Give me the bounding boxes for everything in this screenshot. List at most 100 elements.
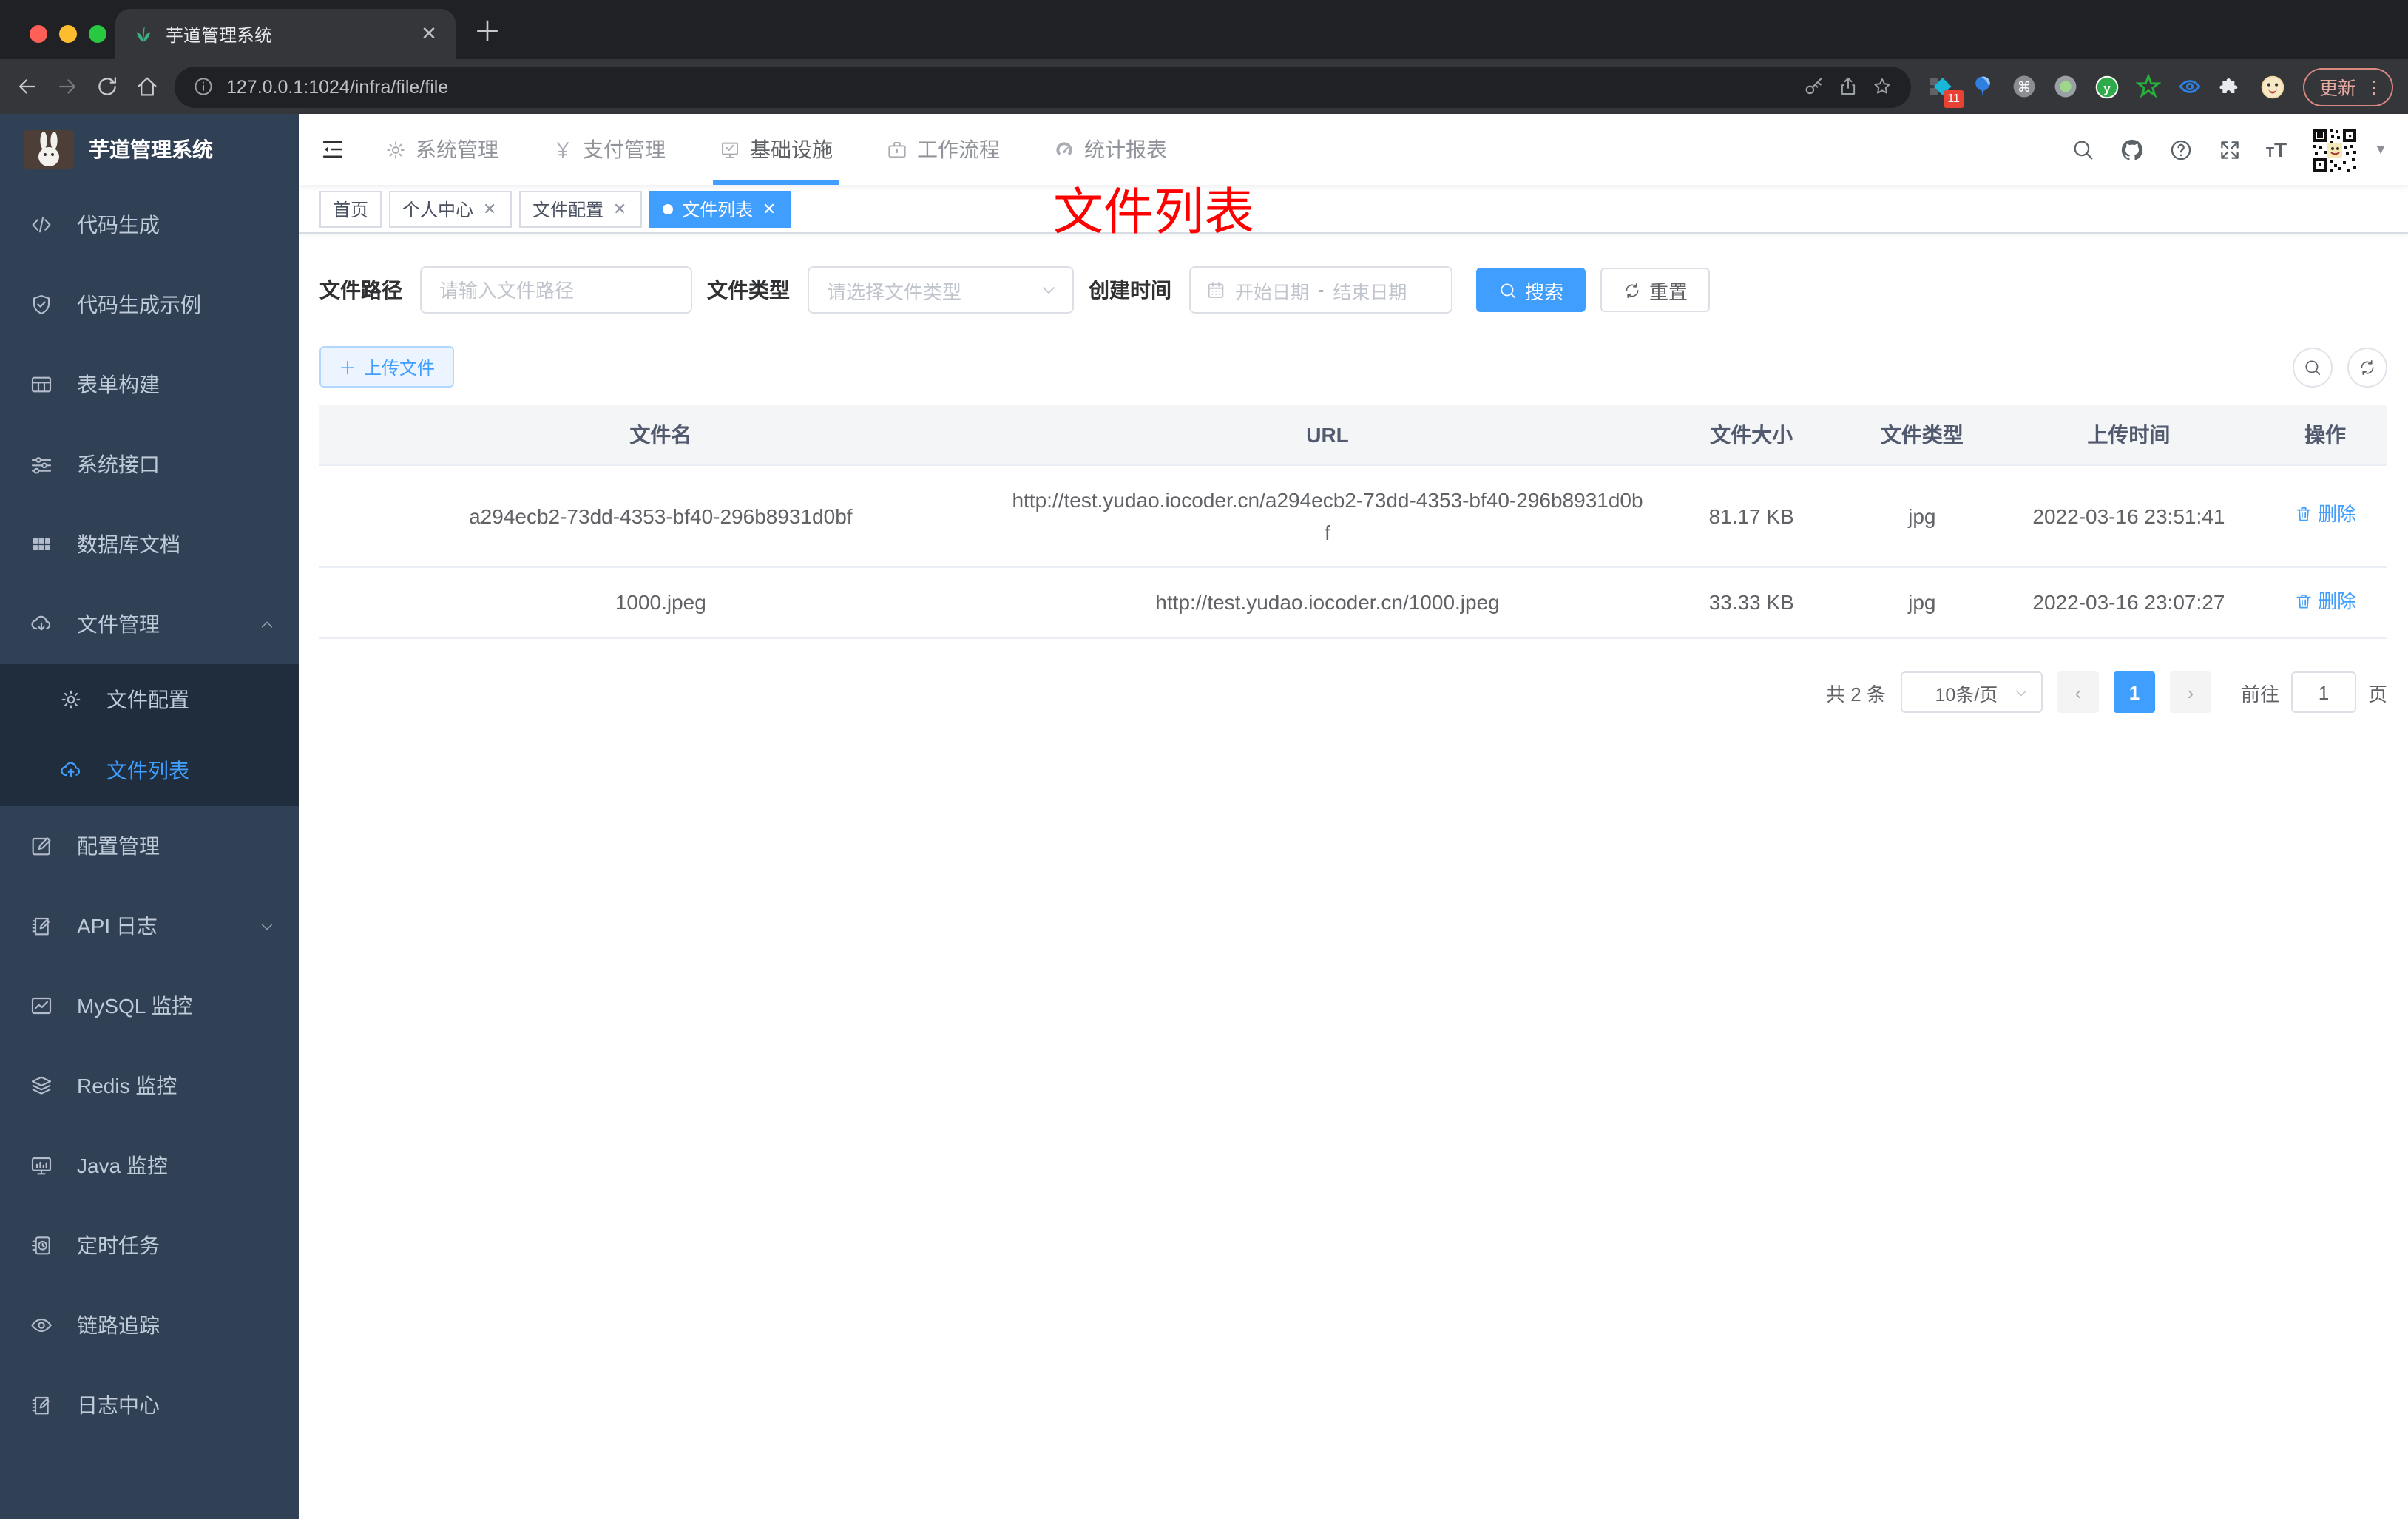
window-controls[interactable] — [30, 25, 106, 43]
sidebar-item-系统接口[interactable]: 系统接口 — [0, 424, 299, 504]
page-size-select[interactable]: 10条/页 — [1900, 671, 2043, 713]
search-icon — [1498, 280, 1518, 300]
date-end-placeholder[interactable]: 结束日期 — [1333, 276, 1407, 304]
sidebar-item-MySQL 监控[interactable]: MySQL 监控 — [0, 966, 299, 1046]
search-button[interactable]: 搜索 — [1476, 268, 1586, 312]
goto-page-input[interactable] — [2290, 671, 2356, 713]
sidebar-item-日志中心[interactable]: 日志中心 — [0, 1365, 299, 1445]
extension-star-icon[interactable] — [2135, 74, 2161, 99]
top-menu-item-统计报表[interactable]: 统计报表 — [1053, 114, 1167, 185]
url-text[interactable]: 127.0.0.1:1024/infra/file/file — [226, 76, 1791, 97]
gear2-icon — [59, 688, 83, 711]
extensions-puzzle-icon[interactable] — [2219, 74, 2244, 99]
github-icon[interactable] — [2120, 137, 2145, 162]
reload-icon[interactable] — [95, 74, 120, 99]
address-bar[interactable]: 127.0.0.1:1024/infra/file/file — [175, 66, 1911, 107]
tag-首页[interactable]: 首页 — [319, 190, 382, 227]
share-icon[interactable] — [1837, 75, 1859, 98]
cell-name: a294ecb2-73dd-4353-bf40-296b8931d0bf — [319, 464, 1002, 567]
sidebar: 芋道管理系统 代码生成 代码生成示例 表单构建系统接口数据库文档 文件管理 文件配置 文件… — [0, 114, 299, 1519]
table-toolbar: ＋ 上传文件 — [319, 346, 2387, 388]
sidebar-item-代码生成[interactable]: 代码生成 — [0, 185, 299, 265]
site-info-icon[interactable] — [192, 75, 214, 98]
file-type-select[interactable]: 请选择文件类型 — [808, 266, 1074, 314]
extension-command-icon[interactable]: ⌘ — [2012, 74, 2037, 99]
svg-text:y: y — [2103, 81, 2111, 95]
sidebar-item-文件管理[interactable]: 文件管理 — [0, 584, 299, 664]
browser-toolbar: 127.0.0.1:1024/infra/file/file 11 ⌘ y 更新… — [0, 59, 2408, 114]
extension-sidebar-icon[interactable]: 11 — [1929, 74, 1964, 108]
header-search-icon[interactable] — [2071, 137, 2096, 162]
top-menu-item-系统管理[interactable]: 系统管理 — [385, 114, 498, 185]
delete-button[interactable]: 删除 — [2294, 585, 2356, 618]
sidebar-item-配置管理[interactable]: 配置管理 — [0, 806, 299, 886]
forward-icon[interactable] — [55, 74, 80, 99]
sidebar-item-定时任务[interactable]: 定时任务 — [0, 1205, 299, 1285]
tag-close-icon[interactable]: ✕ — [611, 199, 629, 218]
sidebar-item-文件配置[interactable]: 文件配置 — [0, 664, 299, 735]
new-tab-button[interactable]: ＋ — [473, 10, 501, 50]
cell-size: 33.33 KB — [1653, 566, 1850, 639]
tab-close-icon[interactable]: ✕ — [417, 22, 441, 46]
app-logo-row[interactable]: 芋道管理系统 — [0, 114, 299, 185]
chevron-down-icon — [259, 918, 275, 934]
browser-menu-icon[interactable]: ⋮ — [2365, 76, 2383, 97]
back-icon[interactable] — [15, 74, 40, 99]
profile-emoji-avatar[interactable] — [2260, 74, 2285, 99]
close-window-button[interactable] — [30, 25, 47, 43]
browser-update-button[interactable]: 更新 ⋮ — [2302, 67, 2393, 106]
font-size-icon[interactable]: TT — [2266, 138, 2287, 161]
top-menu-item-支付管理[interactable]: 支付管理 — [552, 114, 666, 185]
cloudDown-icon — [30, 612, 53, 636]
sidebar-collapse-icon[interactable] — [319, 136, 346, 163]
sidebar-item-数据库文档[interactable]: 数据库文档 — [0, 504, 299, 584]
date-range-picker[interactable]: 开始日期 - 结束日期 — [1189, 266, 1452, 314]
sidebar-item-链路追踪[interactable]: 链路追踪 — [0, 1285, 299, 1365]
sidebar-item-Java 监控[interactable]: Java 监控 — [0, 1126, 299, 1205]
zoom-window-button[interactable] — [89, 25, 106, 43]
tag-个人中心[interactable]: 个人中心 ✕ — [389, 190, 513, 227]
sidebar-item-文件列表[interactable]: 文件列表 — [0, 735, 299, 806]
tab-title: 芋道管理系统 — [166, 24, 273, 45]
extension-record-icon[interactable] — [2053, 74, 2078, 99]
browser-tab[interactable]: 芋道管理系统 ✕ — [115, 9, 456, 59]
tag-文件配置[interactable]: 文件配置 ✕ — [519, 190, 643, 227]
tag-文件列表[interactable]: 文件列表 ✕ — [649, 190, 792, 227]
table-header-row: 文件名 URL 文件大小 文件类型 上传时间 操作 — [319, 405, 2387, 465]
sidebar-item-API 日志[interactable]: API 日志 — [0, 886, 299, 966]
top-menu-item-工作流程[interactable]: 工作流程 — [886, 114, 1000, 185]
top-menu-label: 系统管理 — [416, 138, 498, 161]
home-icon[interactable] — [135, 74, 160, 99]
extension-balloon-icon[interactable] — [1970, 74, 1995, 99]
password-key-icon[interactable] — [1803, 75, 1825, 98]
date-start-placeholder[interactable]: 开始日期 — [1235, 276, 1309, 304]
avatar-caret-icon[interactable]: ▼ — [2374, 142, 2387, 157]
sidebar-item-代码生成示例[interactable]: 代码生成示例 — [0, 265, 299, 345]
top-menu-item-基础设施[interactable]: 基础设施 — [713, 114, 839, 185]
sidebar-item-表单构建[interactable]: 表单构建 — [0, 345, 299, 424]
top-menu: 系统管理 支付管理 基础设施 工作流程 统计报表 — [385, 114, 1167, 185]
refresh-table-button[interactable] — [2347, 347, 2387, 387]
create-time-label: 创建时间 — [1089, 278, 1171, 302]
minimize-window-button[interactable] — [59, 25, 77, 43]
page-number-1[interactable]: 1 — [2113, 671, 2155, 713]
upload-file-button[interactable]: ＋ 上传文件 — [319, 346, 455, 388]
reset-button[interactable]: 重置 — [1600, 268, 1711, 312]
help-icon[interactable] — [2168, 137, 2194, 162]
show-search-button[interactable] — [2293, 347, 2333, 387]
delete-button[interactable]: 删除 — [2294, 498, 2356, 531]
next-page-button[interactable]: › — [2169, 671, 2211, 713]
extension-y-icon[interactable]: y — [2094, 74, 2120, 99]
sidebar-item-label: 系统接口 — [77, 453, 160, 476]
user-avatar-qr[interactable] — [2310, 125, 2360, 174]
trash-icon — [2294, 592, 2313, 611]
sidebar-item-Redis 监控[interactable]: Redis 监控 — [0, 1046, 299, 1126]
extension-eye-icon[interactable] — [2177, 74, 2202, 99]
tag-close-icon[interactable]: ✕ — [481, 199, 498, 218]
fullscreen-icon[interactable] — [2217, 137, 2242, 162]
tag-close-icon[interactable]: ✕ — [760, 199, 778, 218]
bookmark-star-icon[interactable] — [1871, 75, 1893, 98]
prev-page-button[interactable]: ‹ — [2057, 671, 2099, 713]
file-path-input[interactable] — [420, 266, 692, 314]
column-header-文件大小: 文件大小 — [1653, 405, 1850, 465]
